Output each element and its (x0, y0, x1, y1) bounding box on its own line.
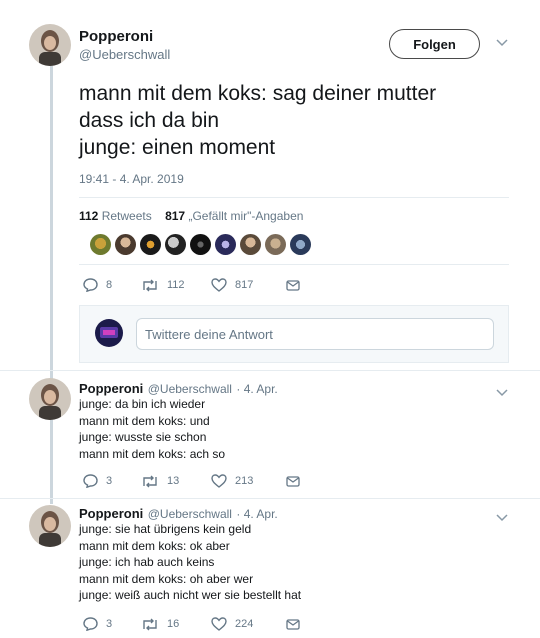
liker-avatar[interactable] (90, 234, 111, 255)
dm-action[interactable] (286, 618, 300, 630)
liker-avatar[interactable] (140, 234, 161, 255)
liker-avatar[interactable] (265, 234, 286, 255)
liker-avatar[interactable] (165, 234, 186, 255)
retweet-count: 16 (167, 618, 180, 630)
liker-avatar[interactable] (190, 234, 211, 255)
reply-count: 3 (106, 618, 113, 630)
reply-text-line: junge: weiß auch nicht wer sie bestellt … (79, 588, 302, 602)
retweet-icon (143, 618, 157, 630)
retweet-icon (143, 279, 157, 291)
envelope-icon (286, 279, 300, 291)
author-name[interactable]: Popperoni (79, 381, 143, 396)
reply-text-line: mann mit dem koks: oh aber wer (79, 571, 254, 586)
reply-text-line: junge: ich hab auch keins (79, 555, 215, 569)
like-count: 224 (235, 618, 254, 630)
retweets-count[interactable]: 112 (79, 209, 98, 223)
reply-action[interactable]: 3 (83, 617, 141, 631)
heart-icon (211, 474, 227, 488)
reply-icon (83, 278, 98, 292)
divider (79, 197, 509, 198)
reply-action[interactable]: 3 (83, 474, 141, 488)
heart-icon (211, 617, 227, 631)
reply-text-line: mann mit dem koks: und (79, 413, 210, 428)
liker-avatar[interactable] (290, 234, 311, 255)
tweet-actions: 3 13 213 (83, 474, 300, 488)
thread-line (50, 64, 53, 504)
tweet-text-line: mann mit dem koks: sag deiner mutter (79, 82, 437, 105)
follow-button[interactable]: Folgen (389, 29, 480, 59)
like-count: 213 (235, 475, 254, 487)
divider (0, 498, 540, 499)
envelope-icon (286, 618, 300, 630)
liker-avatar[interactable] (115, 234, 136, 255)
tweet-actions: 8 112 817 (83, 278, 300, 292)
chevron-down-icon[interactable] (496, 384, 508, 402)
reply-count: 8 (106, 279, 113, 291)
reply-text-line: mann mit dem koks: ok aber (79, 538, 230, 553)
retweet-count: 112 (167, 279, 185, 291)
tweet-text-line: junge: einen moment (79, 136, 276, 159)
retweets-label[interactable]: Retweets (102, 209, 152, 223)
reply-input[interactable]: Twittere deine Antwort (136, 318, 494, 350)
author-handle[interactable]: @Ueberschwall (148, 382, 232, 396)
envelope-icon (286, 475, 300, 487)
likes-count[interactable]: 817 (165, 209, 185, 223)
reply-text-line: mann mit dem koks: ach so (79, 446, 226, 461)
retweet-action[interactable]: 13 (141, 475, 211, 488)
tweet-timestamp[interactable]: 19:41 - 4. Apr. 2019 (79, 172, 184, 186)
author-name[interactable]: Popperoni (79, 506, 143, 521)
liker-avatar[interactable] (215, 234, 236, 255)
reply-text-line: junge: wusste sie schon (79, 430, 207, 444)
reply-text-line: junge: sie hat übrigens kein geld (79, 522, 252, 536)
liker-avatars (90, 234, 311, 255)
reply-action[interactable]: 8 (83, 278, 141, 292)
dm-action[interactable] (286, 279, 300, 291)
reply-text-line: junge: da bin ich wieder (79, 397, 206, 411)
like-count: 817 (235, 279, 254, 291)
reply-count: 3 (106, 475, 113, 487)
heart-icon (211, 278, 227, 292)
retweet-action[interactable]: 16 (141, 618, 211, 631)
retweet-count: 13 (167, 475, 180, 487)
tweet-text-line: dass ich da bin (79, 109, 220, 132)
divider (0, 370, 540, 371)
avatar[interactable] (29, 24, 71, 66)
reply-icon (83, 617, 98, 631)
like-action[interactable]: 224 (211, 617, 286, 631)
like-action[interactable]: 213 (211, 474, 286, 488)
liker-avatar[interactable] (240, 234, 261, 255)
author-handle[interactable]: @Ueberschwall (148, 507, 232, 521)
reply-date[interactable]: · 4. Apr. (236, 507, 277, 521)
likes-label[interactable]: „Gefällt mir"-Angaben (188, 209, 303, 223)
like-action[interactable]: 817 (211, 278, 286, 292)
reply-text: junge: sie hat übrigens kein geld mann m… (79, 521, 301, 604)
dm-action[interactable] (286, 475, 300, 487)
avatar[interactable] (29, 505, 71, 547)
author-name[interactable]: Popperoni (79, 28, 153, 45)
reply-text: junge: da bin ich wieder mann mit dem ko… (79, 396, 225, 462)
reply-date[interactable]: · 4. Apr. (236, 382, 277, 396)
divider (79, 264, 509, 265)
avatar[interactable] (29, 378, 71, 420)
reply-icon (83, 474, 98, 488)
chevron-down-icon[interactable] (496, 509, 508, 527)
engagement-stats: 112 Retweets 817 „Gefällt mir"-Angaben (79, 209, 303, 223)
tweet-text: mann mit dem koks: sag deiner mutter das… (79, 80, 509, 161)
retweet-icon (143, 475, 157, 487)
user-avatar[interactable] (95, 319, 123, 347)
tweet-actions: 3 16 224 (83, 617, 300, 631)
author-handle[interactable]: @Ueberschwall (79, 47, 170, 62)
retweet-action[interactable]: 112 (141, 279, 211, 292)
chevron-down-icon[interactable] (496, 36, 508, 50)
